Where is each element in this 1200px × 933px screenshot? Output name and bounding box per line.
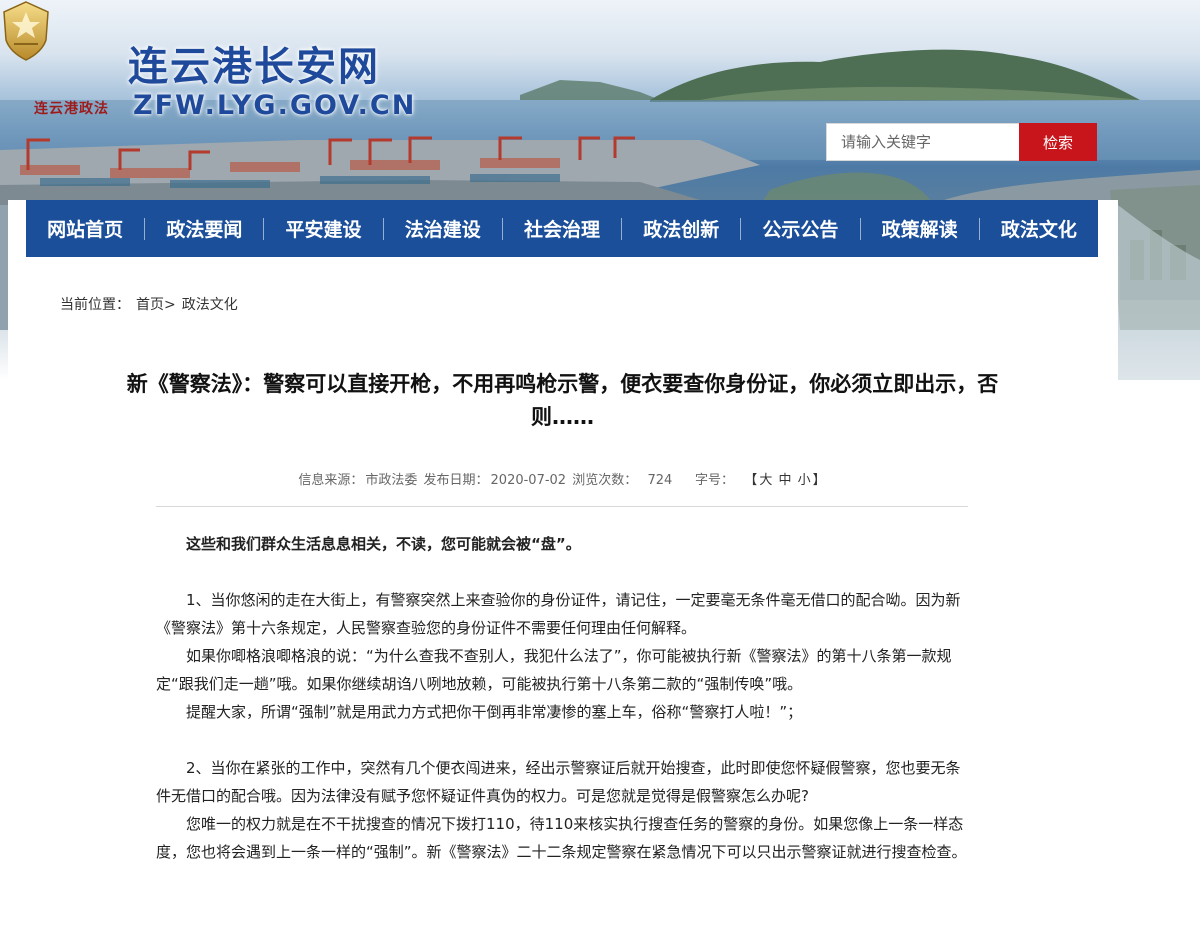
article-paragraph: 1、当你悠闲的走在大街上，有警察突然上来查验你的身份证件，请记住，一定要毫无条件… xyxy=(156,591,961,637)
meta-views: 724 xyxy=(647,473,673,488)
breadcrumb-home-link[interactable]: 首页> xyxy=(136,294,176,314)
meta-divider xyxy=(156,506,968,507)
site-title[interactable]: 连云港长安网 xyxy=(128,34,380,92)
article-paragraph: 如果你唧格浪唧格浪的说：“为什么查我不查别人，我犯什么法了”，你可能被执行新《警… xyxy=(156,647,952,693)
font-size-small-button[interactable]: 小 xyxy=(798,473,811,488)
article-paragraph: 提醒大家，所谓“强制”就是用武力方式把你干倒再非常凄惨的塞上车，俗称“警察打人啦… xyxy=(186,703,803,721)
logo-caption: 连云港政法 xyxy=(34,101,109,117)
nav-item-governance[interactable]: 社会治理 xyxy=(503,200,621,257)
breadcrumb: 当前位置： 首页> 政法文化 xyxy=(60,294,238,314)
main-nav: 网站首页 政法要闻 平安建设 法治建设 社会治理 政法创新 公示公告 政策解读 … xyxy=(26,200,1098,257)
font-size-large-button[interactable]: 大 xyxy=(759,473,772,488)
meta-date: 2020-07-02 xyxy=(490,473,567,488)
article-title: 新《警察法》：警察可以直接开枪，不用再鸣枪示警，便衣要查你身份证，你必须立即出示… xyxy=(126,372,999,429)
search-icon xyxy=(827,124,842,139)
font-size-close-bracket: 】 xyxy=(812,473,826,488)
nav-item-safety[interactable]: 平安建设 xyxy=(264,200,382,257)
search-button-label: 检索 xyxy=(1042,133,1073,152)
nav-item-rule-of-law[interactable]: 法治建设 xyxy=(384,200,502,257)
search-button[interactable]: 检索 xyxy=(827,123,1097,161)
font-size-medium-button[interactable]: 中 xyxy=(778,473,791,488)
search-input[interactable] xyxy=(826,123,1019,161)
nav-item-news[interactable]: 政法要闻 xyxy=(145,200,263,257)
meta-views-label: 浏览次数： xyxy=(572,473,638,488)
article-meta: 信息来源： 市政法委 发布日期： 2020-07-02 浏览次数： 724 字号： … xyxy=(156,469,968,488)
nav-item-policy[interactable]: 政策解读 xyxy=(861,200,979,257)
meta-source: 市政法委 xyxy=(365,473,418,488)
meta-source-label: 信息来源： xyxy=(298,473,364,488)
breadcrumb-prefix: 当前位置： xyxy=(60,297,130,313)
nav-item-culture[interactable]: 政法文化 xyxy=(980,200,1098,257)
nav-item-home[interactable]: 网站首页 xyxy=(26,200,144,257)
breadcrumb-current-link[interactable]: 政法文化 xyxy=(182,294,238,314)
meta-date-label: 发布日期： xyxy=(423,473,489,488)
article-body: 这些和我们群众生活息息相关，不读，您可能就会被“盘”。 1、当你悠闲的走在大街上… xyxy=(156,530,968,866)
font-size-open-bracket: 【 xyxy=(744,473,758,488)
police-emblem-icon xyxy=(3,1,49,61)
article-paragraph: 2、当你在紧张的工作中，突然有几个便衣闯进来，经出示警察证后就开始搜查，此时即使… xyxy=(156,759,961,805)
article-paragraph: 您唯一的权力就是在不干扰搜查的情况下拨打110，待110来核实执行搜查任务的警察… xyxy=(156,815,967,861)
nav-item-innovation[interactable]: 政法创新 xyxy=(622,200,740,257)
nav-item-notices[interactable]: 公示公告 xyxy=(741,200,859,257)
meta-font-label: 字号： xyxy=(695,473,735,488)
article-paragraph: 这些和我们群众生活息息相关，不读，您可能就会被“盘”。 xyxy=(186,535,581,553)
search-box: 检索 xyxy=(826,123,1097,161)
site-domain: ZFW.LYG.GOV.CN xyxy=(133,90,417,121)
